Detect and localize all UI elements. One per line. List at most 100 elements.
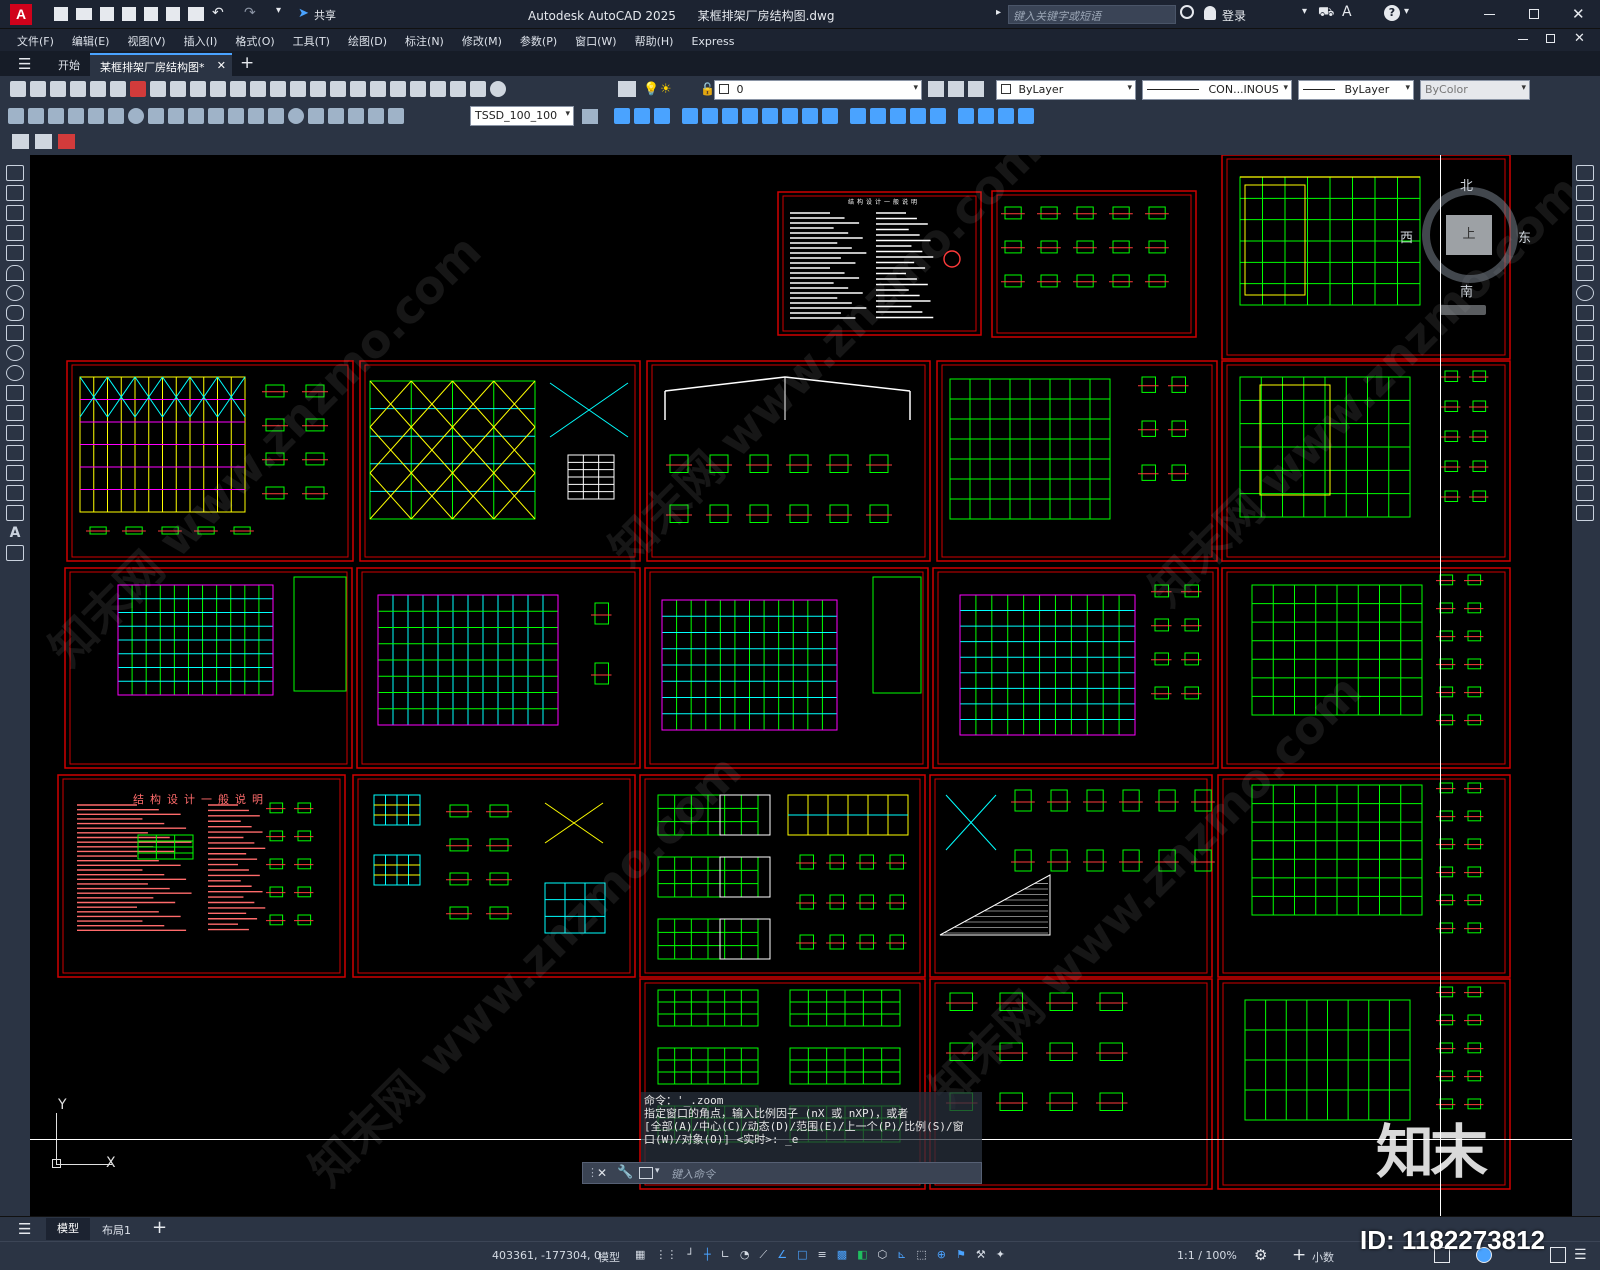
color-faces-icon[interactable] (822, 108, 838, 124)
region-icon[interactable] (6, 485, 24, 501)
layer-manager-icon[interactable] (618, 81, 636, 97)
menu-modify[interactable]: 修改(M) (453, 30, 511, 52)
lineweight-icon[interactable]: ≡ (817, 1248, 826, 1261)
quickcalc-icon[interactable] (470, 81, 486, 97)
object-snap-icon[interactable]: □ (797, 1248, 807, 1261)
polar-icon[interactable]: ◔ (740, 1248, 750, 1261)
ellipse-icon[interactable] (6, 345, 24, 361)
autoscale-icon[interactable]: ⚒ (976, 1248, 986, 1261)
dimstyle-dropdown[interactable]: TSSD_100_100 ▾ (470, 106, 574, 126)
mirror-icon[interactable] (1576, 205, 1594, 221)
layer-freeze-icon[interactable]: ☀ (660, 82, 672, 97)
app-logo-icon[interactable]: A (10, 4, 32, 25)
annotation-visibility-icon[interactable]: ⚑ (956, 1248, 966, 1261)
grid-icon[interactable]: ▦ (635, 1248, 645, 1261)
menu-file[interactable]: 文件(F) (8, 30, 63, 52)
array-icon[interactable] (1576, 245, 1594, 261)
dynamic-input-icon[interactable]: ┼ (704, 1248, 711, 1261)
linetype-dropdown[interactable]: CON...INOUS ▾ (1142, 80, 1292, 100)
design-center-icon[interactable] (390, 81, 406, 97)
delete-faces-icon[interactable] (742, 108, 758, 124)
isodraft-icon[interactable]: ⟋ (759, 1248, 767, 1262)
share-button[interactable]: 共享 (314, 7, 336, 23)
dim-update-icon[interactable] (388, 108, 404, 124)
offset-faces-icon[interactable] (722, 108, 738, 124)
chevron-down-icon[interactable]: ▾ (655, 1166, 660, 1176)
pan-icon[interactable] (290, 81, 306, 97)
preview-icon[interactable] (90, 81, 106, 97)
qat-dropdown-icon[interactable]: ▾ (276, 5, 281, 16)
paste-icon[interactable] (190, 81, 206, 97)
dim-text-edit-icon[interactable] (368, 108, 384, 124)
object-snap-tracking-icon[interactable]: ∠ (777, 1248, 787, 1261)
command-prompt-icon[interactable] (639, 1167, 653, 1179)
menu-help[interactable]: 帮助(H) (626, 30, 683, 52)
search-icon[interactable] (1180, 5, 1194, 19)
cut-icon[interactable] (150, 81, 166, 97)
publish-tool-icon[interactable] (110, 81, 126, 97)
viewcube[interactable]: 上 北 南 西 东 (1400, 167, 1540, 317)
login-button[interactable]: 登录 (1222, 7, 1246, 24)
stretch-icon[interactable] (1576, 325, 1594, 341)
cart-icon[interactable]: ⛟ (1318, 5, 1334, 22)
wcs-menu-icon[interactable] (1440, 305, 1486, 315)
pdf-icon[interactable] (130, 81, 146, 97)
table-icon[interactable] (6, 505, 24, 521)
copy-icon[interactable] (170, 81, 186, 97)
tab-close-icon[interactable]: ✕ (217, 59, 226, 72)
clean-screen-icon[interactable] (1550, 1247, 1566, 1263)
selection-cycling-icon[interactable]: ◧ (857, 1248, 867, 1261)
markup-icon[interactable] (450, 81, 466, 97)
hamburger-menu-icon[interactable]: ☰ (18, 55, 31, 73)
publish-icon[interactable] (166, 7, 180, 21)
chamfer-edges-icon[interactable] (1018, 108, 1034, 124)
menu-draw[interactable]: 绘图(D) (339, 30, 396, 52)
doc-close-icon[interactable]: ✕ (1574, 31, 1585, 46)
construction-line-icon[interactable] (6, 185, 24, 201)
layer-on-icon[interactable]: 💡 (643, 82, 659, 97)
login-dropdown-icon[interactable]: ▾ (1302, 6, 1307, 17)
line-tool-icon[interactable] (6, 165, 24, 181)
tab-model[interactable]: 模型 (46, 1218, 90, 1240)
save-tool-icon[interactable] (50, 81, 66, 97)
help-icon[interactable]: ? (1384, 5, 1400, 21)
open-icon[interactable] (30, 81, 46, 97)
minimize-icon[interactable] (1484, 14, 1495, 15)
trim-icon[interactable] (1576, 345, 1594, 361)
menu-edit[interactable]: 编辑(E) (63, 30, 119, 52)
fillet-edges-icon[interactable] (998, 108, 1014, 124)
zoom-realtime-icon[interactable] (310, 81, 326, 97)
coordinate-readout[interactable]: 403361, -177304, 0 (492, 1249, 601, 1262)
offset-icon[interactable] (1576, 225, 1594, 241)
diameter-dim-icon[interactable] (128, 108, 144, 124)
dim-edit-icon[interactable] (348, 108, 364, 124)
linear-dim-icon[interactable] (8, 108, 24, 124)
menu-insert[interactable]: 插入(I) (175, 30, 227, 52)
insert-block-icon[interactable] (6, 385, 24, 401)
hatch-icon[interactable] (6, 445, 24, 461)
command-customize-icon[interactable]: 🔧 (617, 1165, 633, 1180)
extra-tool-1-icon[interactable] (12, 134, 29, 149)
extra-tool-3-icon[interactable] (58, 134, 75, 149)
tolerance-icon[interactable] (268, 108, 284, 124)
dynamic-ucs-icon[interactable]: ⊾ (897, 1248, 906, 1261)
dimstyle-manager-icon[interactable] (582, 109, 598, 124)
layer-previous-icon[interactable] (948, 81, 964, 97)
add-selected-icon[interactable] (6, 545, 24, 561)
dim-break-icon[interactable] (248, 108, 264, 124)
explode-icon[interactable] (1576, 505, 1594, 521)
rectangle-icon[interactable] (6, 245, 24, 261)
circle-icon[interactable] (6, 285, 24, 301)
maximize-icon[interactable] (1529, 9, 1539, 19)
add-layout-icon[interactable]: + (152, 1217, 167, 1238)
union-icon[interactable] (614, 108, 630, 124)
erase-icon[interactable] (1576, 165, 1594, 181)
ordinate-dim-icon[interactable] (68, 108, 84, 124)
user-icon[interactable] (1204, 6, 1216, 20)
layer-lock-icon[interactable]: 🔓 (700, 82, 715, 96)
infer-icon[interactable]: ┘ (687, 1248, 694, 1261)
menu-window[interactable]: 窗口(W) (566, 30, 625, 52)
save-as-icon[interactable] (122, 7, 136, 21)
tool-palettes-icon[interactable] (410, 81, 426, 97)
chamfer-icon[interactable] (1576, 445, 1594, 461)
